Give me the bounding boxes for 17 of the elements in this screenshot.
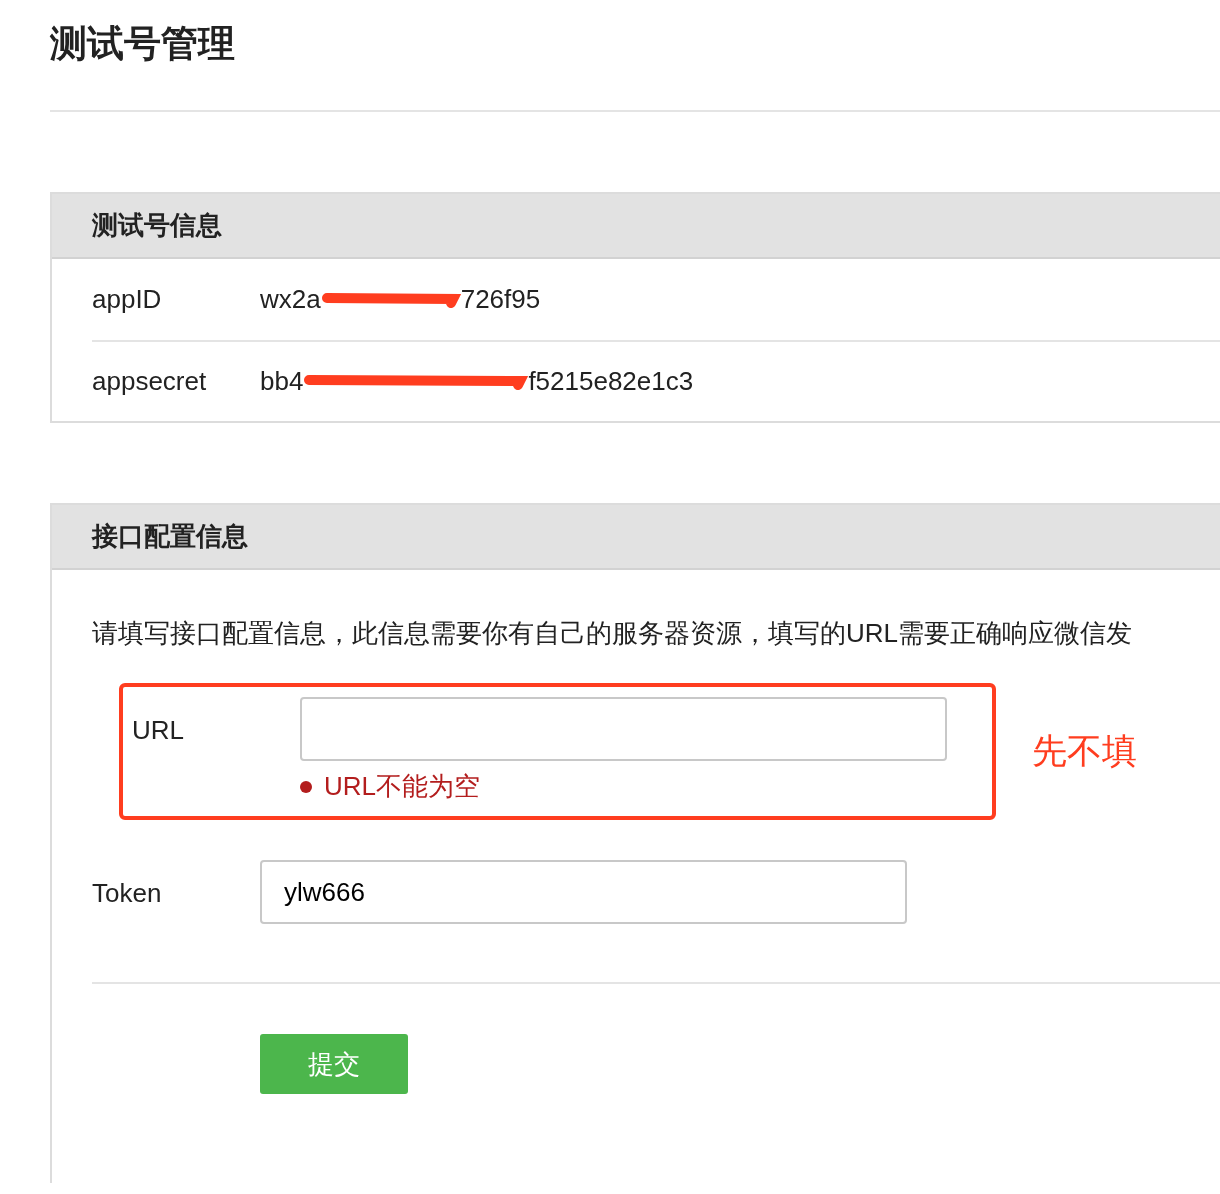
field-label: appID [92, 283, 163, 316]
error-dot-icon [300, 780, 312, 793]
field-value: bb4 [260, 365, 304, 398]
field-value: f5215e82e1c3 [528, 365, 694, 398]
annotation-note: 先不填 [1032, 730, 1137, 773]
panel-heading: 接口配置信息 [52, 505, 1220, 570]
input-field[interactable] [300, 697, 947, 761]
field-value: wx2a [260, 283, 321, 316]
panel-heading: 测试号信息 [52, 194, 1220, 259]
input-field[interactable]: ylw666 [260, 860, 907, 924]
description-text: 请填写接口配置信息，此信息需要你有自己的服务器资源，填写的URL需要正确响应微信发 [92, 617, 1133, 650]
page-title: 测试号管理 [50, 22, 236, 66]
error-message: URL不能为空 [324, 770, 480, 803]
field-value: 726f95 [460, 283, 541, 316]
field-label: appsecret [92, 365, 208, 398]
field-label: Token [92, 877, 163, 910]
field-label: URL [132, 714, 185, 747]
